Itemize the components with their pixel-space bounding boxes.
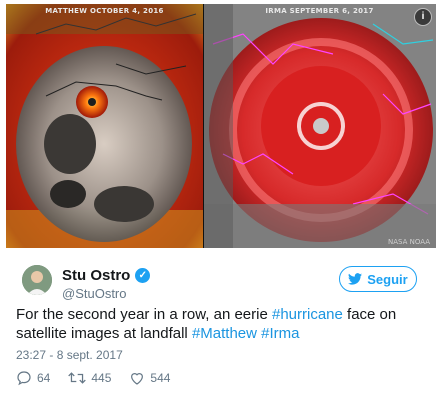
tweet-text-part1: For the second year in a row, an eerie bbox=[16, 306, 272, 323]
hashtag-hurricane[interactable]: #hurricane bbox=[272, 306, 343, 323]
retweet-button[interactable]: 445 bbox=[68, 370, 111, 386]
image-divider bbox=[203, 4, 204, 248]
info-icon[interactable]: i bbox=[414, 8, 432, 26]
tweet-actions: 64 445 544 bbox=[16, 370, 188, 386]
follow-button[interactable]: Seguir bbox=[339, 266, 417, 292]
reply-button[interactable]: 64 bbox=[16, 370, 50, 386]
matthew-caption: MATTHEW OCTOBER 4, 2016 bbox=[45, 7, 164, 15]
reply-count: 64 bbox=[37, 371, 51, 385]
tweet-text: For the second year in a row, an eerie #… bbox=[16, 305, 416, 343]
hashtag-irma[interactable]: #Irma bbox=[261, 325, 299, 342]
hashtag-matthew[interactable]: #Matthew bbox=[192, 325, 257, 342]
follow-button-label: Seguir bbox=[367, 271, 408, 287]
bird-icon bbox=[348, 273, 363, 285]
retweet-icon bbox=[68, 372, 87, 384]
verified-badge-icon: ✓ bbox=[135, 268, 151, 283]
tweet-timestamp[interactable]: 23:27 - 8 sept. 2017 bbox=[16, 348, 123, 362]
heart-icon bbox=[131, 373, 144, 385]
author-handle[interactable]: @StuOstro bbox=[62, 286, 127, 301]
author-row: Stu Ostro ✓ @StuOstro Seguir bbox=[6, 248, 436, 306]
irma-satellite-image: IRMA SEPTEMBER 6, 2017 NASA NOAA i bbox=[203, 4, 436, 248]
avatar[interactable] bbox=[22, 265, 52, 295]
irma-caption: IRMA SEPTEMBER 6, 2017 bbox=[265, 7, 374, 15]
matthew-satellite-image: MATTHEW OCTOBER 4, 2016 bbox=[6, 4, 203, 248]
matthew-image-graphic bbox=[6, 4, 203, 248]
author-name-text: Stu Ostro bbox=[62, 267, 131, 284]
tweet-media[interactable]: MATTHEW OCTOBER 4, 2016 IRMA SEPTEMBER 6… bbox=[6, 4, 436, 248]
like-button[interactable]: 544 bbox=[129, 370, 170, 386]
author-name[interactable]: Stu Ostro ✓ bbox=[62, 267, 151, 284]
like-count: 544 bbox=[150, 371, 171, 385]
reply-icon bbox=[17, 371, 31, 386]
irma-image-graphic bbox=[203, 4, 436, 248]
retweet-count: 445 bbox=[91, 371, 112, 385]
image-credit: NASA NOAA bbox=[387, 238, 430, 246]
avatar-icon bbox=[22, 265, 52, 295]
